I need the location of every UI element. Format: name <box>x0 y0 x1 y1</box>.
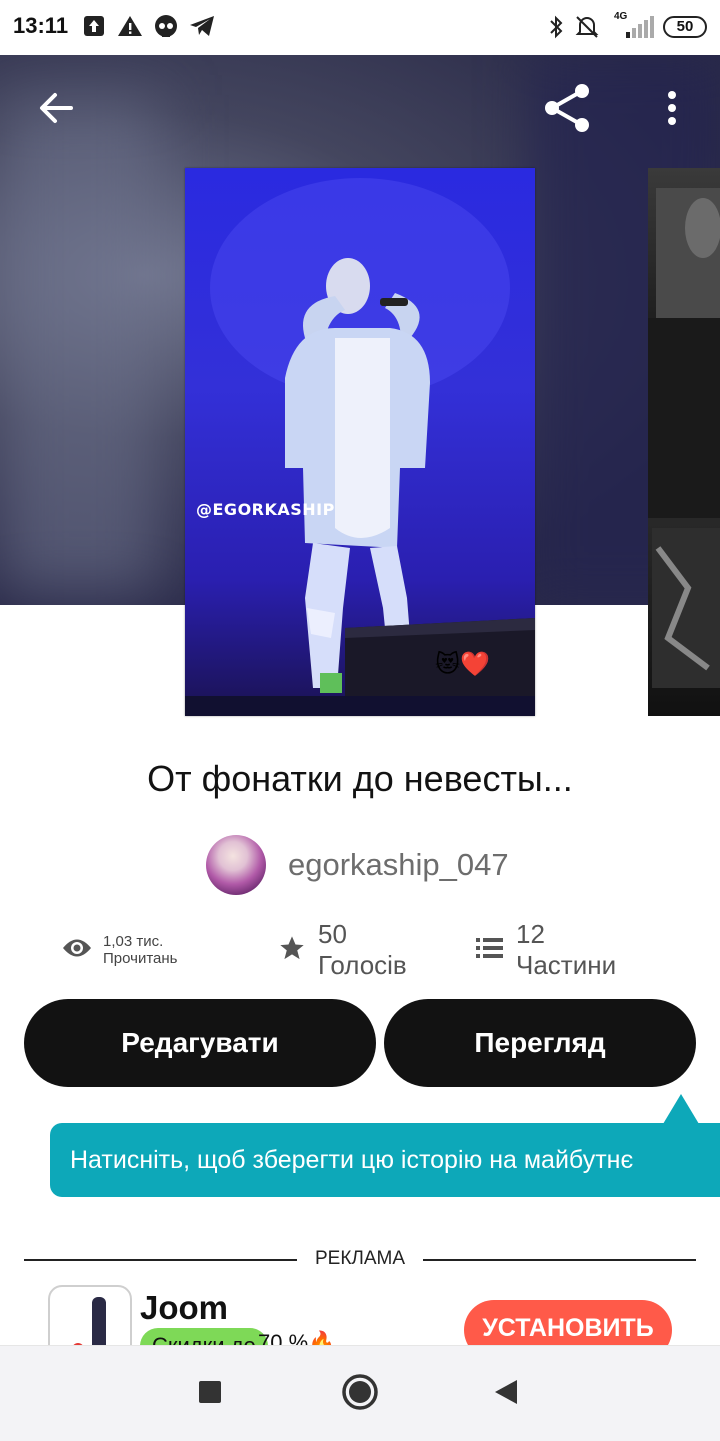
list-icon <box>476 936 504 965</box>
avatar[interactable] <box>206 835 266 895</box>
ad-discount-value: 70 %🔥 <box>258 1330 336 1345</box>
telegram-icon <box>188 14 214 40</box>
parts-count: 12 Частини <box>516 919 617 980</box>
joom-app-icon[interactable] <box>48 1285 132 1345</box>
reads-count: 1,03 тис. Прочитань <box>103 933 178 967</box>
ad-separator: РЕКЛАМА <box>24 1248 696 1272</box>
install-button[interactable]: УСТАНОВИТЬ <box>464 1300 672 1345</box>
status-time: 13:11 <box>13 13 69 38</box>
reads-stat: 1,03 тис. Прочитань <box>62 930 177 970</box>
network-type: 4G <box>614 11 628 22</box>
skull-icon <box>153 14 179 40</box>
home-circle-icon <box>341 1373 379 1416</box>
votes-stat: 50 Голосів <box>278 919 407 980</box>
preview-button[interactable]: Перегляд <box>384 999 696 1087</box>
status-bar: 13:11 4G 50 <box>0 0 720 55</box>
votes-count: 50 Голосів <box>318 919 407 980</box>
back-triangle-icon <box>493 1378 519 1411</box>
back-button[interactable] <box>26 80 86 140</box>
parts-stat[interactable]: 12 Частини <box>476 919 616 980</box>
signal-icon: 4G <box>612 11 656 40</box>
nav-back-button[interactable] <box>483 1371 529 1417</box>
ad-discount-badge: Скидки до <box>140 1328 268 1345</box>
ad-app-name[interactable]: Joom <box>140 1289 228 1327</box>
share-icon <box>542 82 594 139</box>
star-icon <box>278 934 306 967</box>
story-title: От фонатки до невесты... <box>147 758 573 799</box>
eye-icon <box>62 937 92 964</box>
warning-icon <box>117 14 143 40</box>
upload-icon <box>82 14 108 40</box>
author-link[interactable]: egorkaship_047 <box>206 835 509 895</box>
next-story-cover[interactable] <box>648 168 720 716</box>
recents-button[interactable] <box>187 1371 233 1417</box>
recents-square-icon <box>198 1380 222 1409</box>
bluetooth-icon <box>545 14 571 40</box>
performer-illustration <box>185 178 535 716</box>
ad-banner[interactable]: Joom Скидки до 70 %🔥 УСТАНОВИТЬ <box>0 1285 720 1345</box>
author-name[interactable]: egorkaship_047 <box>288 847 509 883</box>
share-button[interactable] <box>538 80 598 140</box>
edit-button[interactable]: Редагувати <box>24 999 376 1087</box>
save-story-tooltip[interactable]: Натисніть, щоб зберегти цю історію на ма… <box>50 1123 720 1197</box>
bell-off-icon <box>574 14 600 40</box>
back-arrow-icon <box>37 89 75 132</box>
more-vertical-icon <box>666 90 678 131</box>
cover-caption: @EGORKASHIP <box>196 500 335 519</box>
home-button[interactable] <box>337 1371 383 1417</box>
more-options-button[interactable] <box>642 80 702 140</box>
tooltip-arrow <box>663 1094 699 1124</box>
battery-indicator: 50 <box>663 16 707 38</box>
system-nav-bar <box>0 1345 720 1441</box>
cover-emoji: 😻❤️ <box>435 650 490 678</box>
story-cover-image[interactable]: @EGORKASHIP 😻❤️ <box>185 168 535 716</box>
